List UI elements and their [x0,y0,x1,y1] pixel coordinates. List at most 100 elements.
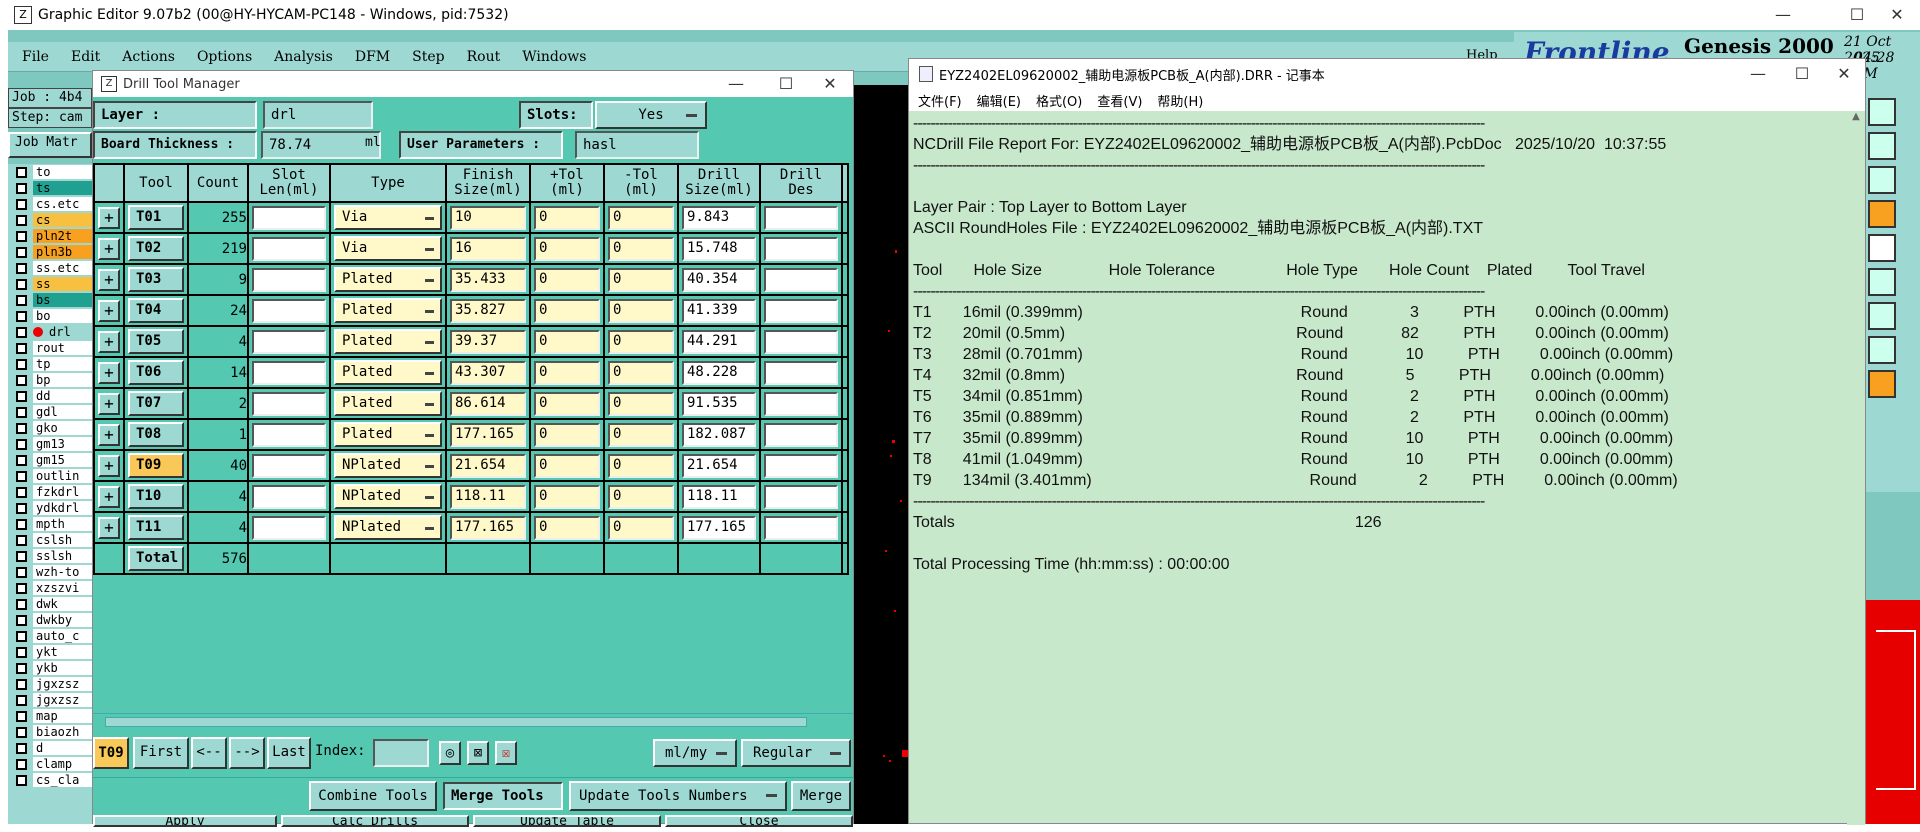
layer-checkbox[interactable] [16,694,27,706]
drill-size-input[interactable]: 118.11 [682,484,756,509]
menu-file[interactable]: File [22,49,49,65]
expand-icon[interactable]: + [98,299,120,322]
ptol-input[interactable]: 0 [534,484,600,509]
drill-size-input[interactable]: 15.748 [682,236,756,261]
layer-row[interactable]: pln2t [8,228,92,244]
drill-des-input[interactable] [764,205,838,230]
ptol-input[interactable]: 0 [534,205,600,230]
apply-button[interactable]: Apply [93,815,277,827]
mtol-input[interactable]: 0 [608,391,674,416]
scroll-up-icon[interactable]: ▲ [1847,111,1865,122]
tool-icon-4[interactable] [1868,200,1896,228]
layer-row[interactable]: bs [8,292,92,308]
drill-size-input[interactable]: 182.087 [682,422,756,447]
layer-row[interactable]: cs.etc [8,196,92,212]
type-combo[interactable]: Plated [334,329,442,354]
prev-button[interactable]: <-- [191,737,227,769]
layer-row[interactable]: pln3b [8,244,92,260]
ptol-input[interactable]: 0 [534,236,600,261]
layer-row[interactable]: rout [8,340,92,356]
drill-des-input[interactable] [764,391,838,416]
layer-row[interactable]: gdl [8,404,92,420]
slot-len-input[interactable] [252,360,326,385]
mtol-input[interactable]: 0 [608,515,674,540]
notepad-close-button[interactable]: ✕ [1821,59,1867,89]
menu-analysis[interactable]: Analysis [274,49,333,65]
layer-row[interactable]: map [8,708,92,724]
layer-row[interactable]: bo [8,308,92,324]
layer-checkbox[interactable] [16,742,27,754]
layer-row[interactable]: ykb [8,660,92,676]
tool-icon-7[interactable] [1868,302,1896,330]
drill-size-input[interactable]: 21.654 [682,453,756,478]
layer-checkbox[interactable] [16,726,27,738]
finish-input[interactable]: 35.433 [450,267,526,292]
ptol-input[interactable]: 0 [534,515,600,540]
mtol-input[interactable]: 0 [608,298,674,323]
layer-row[interactable]: wzh-to [8,564,92,580]
menu-windows[interactable]: Windows [522,49,586,65]
layer-row[interactable]: dwk [8,596,92,612]
tool-button[interactable]: T09 [128,453,184,478]
type-combo[interactable]: Plated [334,298,442,323]
drill-size-input[interactable]: 91.535 [682,391,756,416]
finish-input[interactable]: 177.165 [450,515,526,540]
expand-icon[interactable]: + [98,392,120,415]
layer-row[interactable]: drl [8,324,92,340]
layer-checkbox[interactable] [16,550,27,562]
layer-checkbox[interactable] [16,358,27,370]
tool-button[interactable]: T01 [128,205,184,230]
layer-checkbox[interactable] [16,438,27,450]
tool-button[interactable]: T11 [128,515,184,540]
menu-rout[interactable]: Rout [467,49,501,65]
tool-button[interactable]: T06 [128,360,184,385]
finish-input[interactable]: 21.654 [450,453,526,478]
layer-checkbox[interactable] [16,470,27,482]
layer-checkbox[interactable] [16,230,27,242]
index-field[interactable] [373,739,429,767]
slot-len-input[interactable] [252,329,326,354]
mtol-input[interactable]: 0 [608,205,674,230]
layer-checkbox[interactable] [16,662,27,674]
tool-button[interactable]: T10 [128,484,184,509]
menu-edit[interactable]: Edit [71,49,100,65]
tool-icon-9[interactable] [1868,370,1896,398]
drill-des-input[interactable] [764,515,838,540]
menu-actions[interactable]: Actions [122,49,175,65]
layer-checkbox[interactable] [16,678,27,690]
layer-checkbox[interactable] [16,614,27,626]
dialog-minimize-button[interactable]: — [713,71,759,97]
type-combo[interactable]: Plated [334,391,442,416]
finish-input[interactable]: 10 [450,205,526,230]
type-combo[interactable]: NPlated [334,453,442,478]
drill-des-input[interactable] [764,298,838,323]
layer-checkbox[interactable] [16,646,27,658]
mtol-input[interactable]: 0 [608,267,674,292]
slot-len-input[interactable] [252,391,326,416]
expand-icon[interactable]: + [98,330,120,353]
finish-input[interactable]: 118.11 [450,484,526,509]
layer-row[interactable]: mpth [8,516,92,532]
layer-checkbox[interactable] [16,502,27,514]
layer-checkbox[interactable] [16,246,27,258]
expand-icon[interactable]: + [98,454,120,477]
layer-row[interactable]: ykt [8,644,92,660]
tool-icon-3[interactable] [1868,166,1896,194]
layer-row[interactable]: outlin [8,468,92,484]
drill-size-input[interactable]: 177.165 [682,515,756,540]
notepad-menu-item[interactable]: 帮助(H) [1157,91,1203,110]
layer-checkbox[interactable] [16,422,27,434]
next-button[interactable]: --> [229,737,265,769]
layer-checkbox[interactable] [16,534,27,546]
close-dialog-button[interactable]: Close [665,815,853,827]
drill-des-input[interactable] [764,360,838,385]
drill-des-input[interactable] [764,453,838,478]
calc-drills-button[interactable]: Calc Drills [281,815,469,827]
tool-button[interactable]: T03 [128,267,184,292]
layer-checkbox[interactable] [16,582,27,594]
drill-des-input[interactable] [764,484,838,509]
type-combo[interactable]: Plated [334,360,442,385]
mtol-input[interactable]: 0 [608,329,674,354]
layer-checkbox[interactable] [16,294,27,306]
layer-row[interactable]: cs [8,212,92,228]
